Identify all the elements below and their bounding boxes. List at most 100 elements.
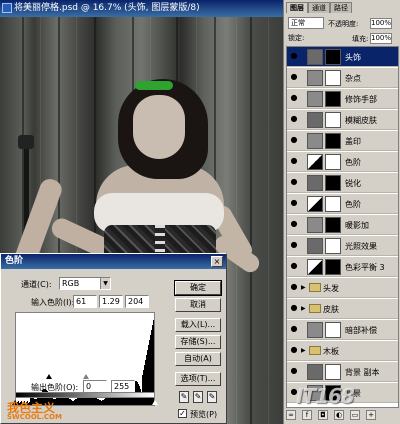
visibility-eye-icon[interactable]: ● [289, 324, 299, 334]
layer-row[interactable]: ● 色彩平衡 3 [287, 257, 398, 277]
layer-mask-thumbnail[interactable] [325, 259, 341, 275]
expand-triangle-icon[interactable]: ▶ [301, 347, 306, 354]
layer-mask-thumbnail[interactable] [325, 133, 341, 149]
input-black-slider[interactable] [46, 374, 52, 379]
blend-mode-select[interactable]: 正常 [288, 17, 324, 29]
document-title-bar[interactable]: 将美丽停格.psd @ 16.7% (头饰, 图层蒙版/8) [0, 0, 283, 17]
close-icon[interactable]: × [211, 256, 223, 267]
input-gamma-field[interactable]: 1.29 [99, 295, 123, 308]
layer-thumbnail[interactable] [307, 217, 323, 233]
layer-thumbnail[interactable] [307, 364, 323, 380]
layer-mask-thumbnail[interactable] [325, 217, 341, 233]
layer-mask-thumbnail[interactable] [325, 91, 341, 107]
layer-list[interactable]: ● 头饰 ● 杂点 ● 修饰手部 ● 模糊皮肤 ● 盖印 ● 色阶 ● 锐化 ● 色阶 ● 暖影加 ● 光照效果 ● 色彩… [286, 46, 399, 408]
white-eyedropper-icon[interactable]: ✎ [207, 391, 217, 403]
layer-mask-thumbnail[interactable] [325, 49, 341, 65]
levels-dialog[interactable]: 色阶 × 通道(C): RGB ▼ 输入色阶(I): 61 1.29 204 输… [0, 253, 227, 424]
layer-thumbnail[interactable] [307, 133, 323, 149]
levels-dialog-title[interactable]: 色阶 [1, 254, 226, 269]
layer-mask-thumbnail[interactable] [325, 364, 341, 380]
layer-row[interactable]: ● ▶ 木板 [287, 341, 398, 361]
options-button[interactable]: 选项(T)... [175, 372, 221, 386]
auto-button[interactable]: 自动(A) [175, 352, 221, 366]
adjustment-layer-icon[interactable]: ◐ [334, 410, 344, 420]
layer-row[interactable]: ● 锐化 [287, 173, 398, 193]
layer-mask-thumbnail[interactable] [325, 112, 341, 128]
layer-row[interactable]: ● 模糊皮肤 [287, 110, 398, 130]
link-icon[interactable]: ∞ [286, 410, 296, 420]
visibility-eye-icon[interactable]: ● [289, 240, 299, 250]
save-button[interactable]: 存储(S)... [175, 335, 221, 349]
layer-name: 皮肤 [323, 305, 339, 314]
layer-thumbnail[interactable] [307, 175, 323, 191]
layer-mask-thumbnail[interactable] [325, 154, 341, 170]
output-white-slider[interactable] [152, 400, 158, 405]
opacity-field[interactable]: 100% [370, 18, 392, 29]
input-white-field[interactable]: 204 [125, 295, 149, 308]
new-layer-icon[interactable]: + [366, 410, 376, 420]
adjustment-thumbnail-icon[interactable] [307, 259, 323, 275]
layer-mask-thumbnail[interactable] [325, 238, 341, 254]
layer-row[interactable]: ● 色阶 [287, 152, 398, 172]
visibility-eye-icon[interactable]: ● [289, 261, 299, 271]
layer-name: 木板 [323, 347, 339, 356]
visibility-eye-icon[interactable]: ● [289, 198, 299, 208]
layer-row[interactable]: ● 暗部补偿 [287, 320, 398, 340]
layer-row[interactable]: ● 光照效果 [287, 236, 398, 256]
layer-thumbnail[interactable] [307, 91, 323, 107]
tab-paths[interactable]: 路径 [330, 2, 352, 13]
load-button[interactable]: 载入(L)... [175, 318, 221, 332]
visibility-eye-icon[interactable]: ● [289, 345, 299, 355]
it168-watermark: IT168 [296, 384, 355, 408]
layer-thumbnail[interactable] [307, 322, 323, 338]
visibility-eye-icon[interactable]: ● [289, 366, 299, 376]
layer-row[interactable]: ● 修饰手部 [287, 89, 398, 109]
layer-style-icon[interactable]: f [302, 410, 312, 420]
visibility-eye-icon[interactable]: ● [289, 114, 299, 124]
layer-row[interactable]: ● 暖影加 [287, 215, 398, 235]
layer-mask-thumbnail[interactable] [325, 70, 341, 86]
layer-mask-thumbnail[interactable] [325, 322, 341, 338]
visibility-eye-icon[interactable]: ● [289, 282, 299, 292]
input-black-field[interactable]: 61 [73, 295, 97, 308]
expand-triangle-icon[interactable]: ▶ [301, 305, 306, 312]
visibility-eye-icon[interactable]: ● [289, 177, 299, 187]
adjustment-thumbnail-icon[interactable] [307, 154, 323, 170]
input-white-slider[interactable] [127, 374, 133, 379]
fill-field[interactable]: 100% [370, 33, 392, 44]
layers-panel[interactable]: 图层 通道 路径 正常 不透明度: 100% 锁定: 填充: 100% ● 头饰 ● 杂点… [283, 0, 400, 424]
black-eyedropper-icon[interactable]: ✎ [179, 391, 189, 403]
visibility-eye-icon[interactable]: ● [289, 135, 299, 145]
layer-row[interactable]: ● 背景 副本 [287, 362, 398, 382]
layer-row[interactable]: ● 盖印 [287, 131, 398, 151]
visibility-eye-icon[interactable]: ● [289, 72, 299, 82]
tab-layers[interactable]: 图层 [286, 2, 308, 13]
layer-thumbnail[interactable] [307, 112, 323, 128]
visibility-eye-icon[interactable]: ● [289, 51, 299, 61]
tab-channels[interactable]: 通道 [308, 2, 330, 13]
gray-eyedropper-icon[interactable]: ✎ [193, 391, 203, 403]
layer-row[interactable]: ● 杂点 [287, 68, 398, 88]
channel-select[interactable]: RGB ▼ [59, 277, 111, 290]
visibility-eye-icon[interactable]: ● [289, 303, 299, 313]
layer-thumbnail[interactable] [307, 70, 323, 86]
visibility-eye-icon[interactable]: ● [289, 219, 299, 229]
layer-mask-thumbnail[interactable] [325, 175, 341, 191]
layer-row[interactable]: ● 色阶 [287, 194, 398, 214]
layer-mask-thumbnail[interactable] [325, 196, 341, 212]
layer-row[interactable]: ● ▶ 头发 [287, 278, 398, 298]
visibility-eye-icon[interactable]: ● [289, 156, 299, 166]
layer-thumbnail[interactable] [307, 238, 323, 254]
layer-thumbnail[interactable] [307, 49, 323, 65]
ok-button[interactable]: 确定 [174, 280, 222, 296]
visibility-eye-icon[interactable]: ● [289, 93, 299, 103]
layer-row[interactable]: ● 头饰 [287, 47, 398, 67]
adjustment-thumbnail-icon[interactable] [307, 196, 323, 212]
preview-checkbox[interactable]: ✓ [178, 409, 187, 418]
expand-triangle-icon[interactable]: ▶ [301, 284, 306, 291]
cancel-button[interactable]: 取消 [175, 298, 221, 312]
new-group-icon[interactable]: ▭ [350, 410, 360, 420]
input-gamma-slider[interactable] [83, 374, 89, 379]
layer-row[interactable]: ● ▶ 皮肤 [287, 299, 398, 319]
add-mask-icon[interactable]: ◘ [318, 410, 328, 420]
